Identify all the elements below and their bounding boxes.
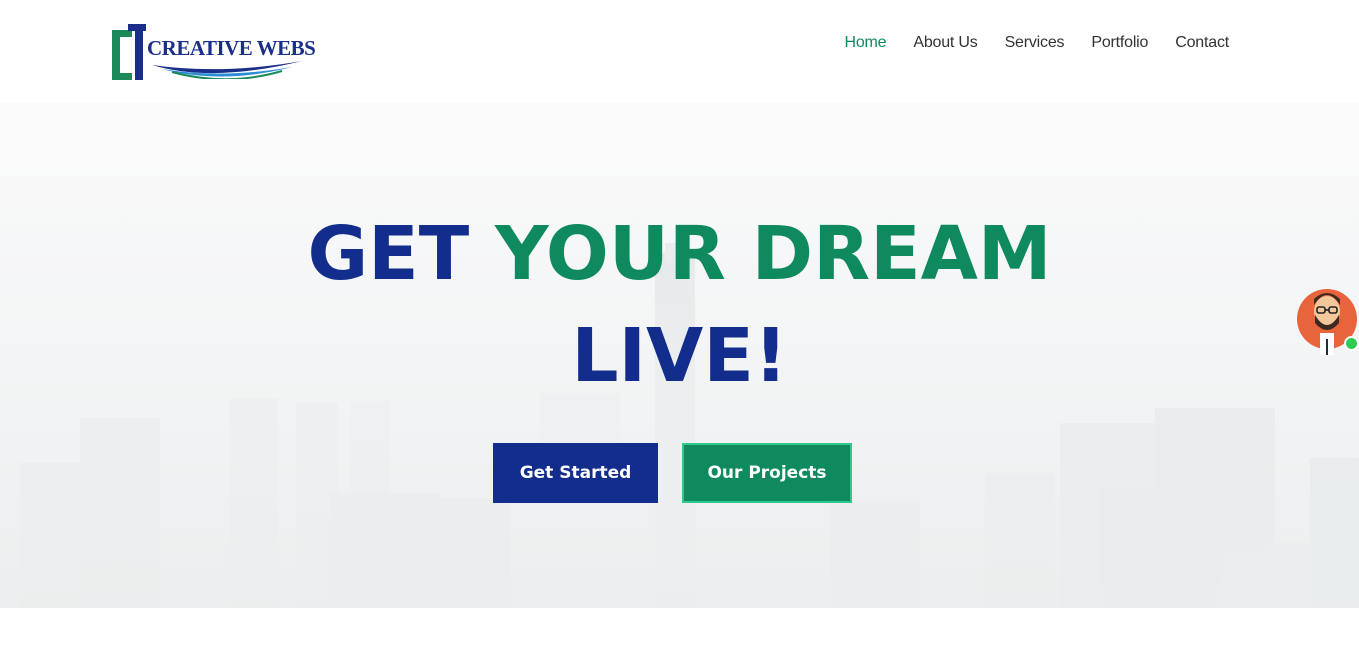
hero-section: GET YOUR DREAM LIVE! Get Started Our Pro… — [0, 103, 1359, 608]
nav-item-services[interactable]: Services — [1005, 34, 1065, 52]
logo-swoosh-icon — [152, 61, 302, 79]
headline-live: LIVE! — [571, 313, 788, 399]
logo[interactable]: CREATIVE WEBS — [112, 24, 316, 82]
main-nav: Home About Us Services Portfolio Contact — [844, 34, 1229, 52]
hero-headline: GET YOUR DREAM LIVE! — [0, 203, 1359, 407]
nav-item-home[interactable]: Home — [844, 34, 886, 52]
logo-mark-icon — [112, 24, 146, 80]
site-header: CREATIVE WEBS Home About Us Services Por… — [0, 0, 1359, 103]
headline-your-dream: YOUR DREAM — [494, 211, 1052, 297]
nav-item-portfolio[interactable]: Portfolio — [1091, 34, 1148, 52]
our-projects-button[interactable]: Our Projects — [682, 443, 852, 503]
get-started-button[interactable]: Get Started — [493, 443, 658, 503]
online-status-dot — [1344, 336, 1359, 351]
headline-word-get: GET — [307, 211, 470, 297]
nav-item-contact[interactable]: Contact — [1175, 34, 1229, 52]
nav-item-about-us[interactable]: About Us — [913, 34, 977, 52]
